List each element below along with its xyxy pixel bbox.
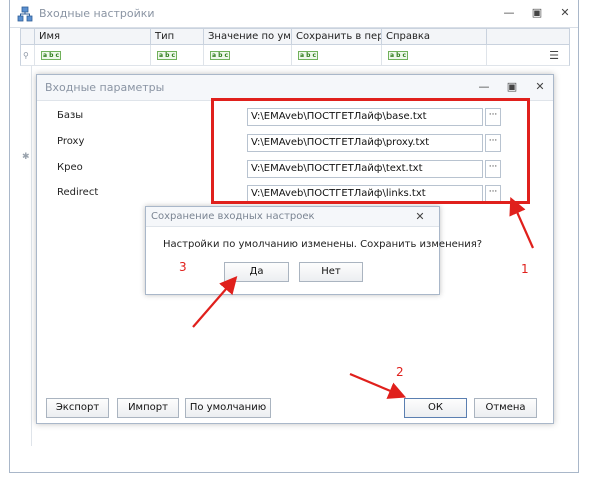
confirm-titlebar[interactable]: Сохранение входных настроек ✕ <box>146 207 439 227</box>
ok-button[interactable]: ОК <box>404 398 467 418</box>
cell-help[interactable]: a b c <box>382 45 487 65</box>
minimize-icon[interactable]: — <box>502 6 516 20</box>
save-settings-confirm-dialog: Сохранение входных настроек ✕ Настройки … <box>145 206 482 295</box>
export-button[interactable]: Экспорт <box>46 398 109 418</box>
annotation-label-3: 3 <box>179 260 187 274</box>
yes-button[interactable]: Да <box>224 262 289 282</box>
abc-text-icon: a b c <box>157 50 178 60</box>
no-button[interactable]: Нет <box>299 262 363 282</box>
restore-icon[interactable]: ▣ <box>505 80 519 94</box>
cell-save[interactable]: a b c <box>292 45 382 65</box>
grid-header-extra <box>487 29 569 44</box>
param-label-bases: Базы <box>57 110 84 121</box>
confirm-title: Сохранение входных настроек <box>151 211 315 222</box>
close-icon[interactable]: ✕ <box>558 6 572 20</box>
settings-window-title: Входные настройки <box>39 7 155 20</box>
grid-header-gutter <box>21 29 35 44</box>
grid-header-save[interactable]: Сохранить в пер... <box>292 29 382 44</box>
app-network-icon <box>17 6 33 22</box>
close-icon[interactable]: ✕ <box>413 210 427 224</box>
cancel-button[interactable]: Отмена <box>474 398 537 418</box>
cell-default-value[interactable]: a b c <box>204 45 292 65</box>
param-label-proxy: Proxy <box>57 136 85 147</box>
param-label-creo: Крео <box>57 162 83 173</box>
settings-window-titlebar[interactable]: Входные настройки — ▣ ✕ <box>10 0 578 28</box>
abc-text-icon: a b c <box>41 50 62 60</box>
settings-grid-header: Имя Тип Значение по умо... Сохранить в п… <box>20 28 570 45</box>
annotation-label-2: 2 <box>396 365 404 379</box>
confirm-message: Настройки по умолчанию изменены. Сохрани… <box>163 239 483 250</box>
grid-header-type[interactable]: Тип <box>151 29 204 44</box>
defaults-button[interactable]: По умолчанию <box>185 398 271 418</box>
annotation-highlight-box <box>211 98 530 204</box>
import-button[interactable]: Импорт <box>117 398 179 418</box>
grid-gutter: ✱ <box>20 66 32 446</box>
grid-header-default-value[interactable]: Значение по умо... <box>204 29 292 44</box>
new-row-star-icon: ✱ <box>22 152 30 162</box>
abc-text-icon: a b c <box>298 50 319 60</box>
abc-text-icon: a b c <box>210 50 231 60</box>
cell-type[interactable]: a b c <box>151 45 204 65</box>
restore-icon[interactable]: ▣ <box>530 6 544 20</box>
row-indicator-icon: ⚲ <box>21 45 35 65</box>
row-menu-icon[interactable]: ☰ <box>487 45 569 65</box>
grid-header-name[interactable]: Имя <box>35 29 151 44</box>
cell-name[interactable]: a b c <box>35 45 151 65</box>
grid-header-help[interactable]: Справка <box>382 29 487 44</box>
minimize-icon[interactable]: — <box>477 80 491 94</box>
input-params-title: Входные параметры <box>45 81 165 94</box>
param-label-redirect: Redirect <box>57 187 99 198</box>
close-icon[interactable]: ✕ <box>533 80 547 94</box>
abc-text-icon: a b c <box>388 50 409 60</box>
annotation-label-1: 1 <box>521 262 529 276</box>
table-row[interactable]: ⚲ a b c a b c a b c a b c a b c ☰ <box>20 45 570 66</box>
